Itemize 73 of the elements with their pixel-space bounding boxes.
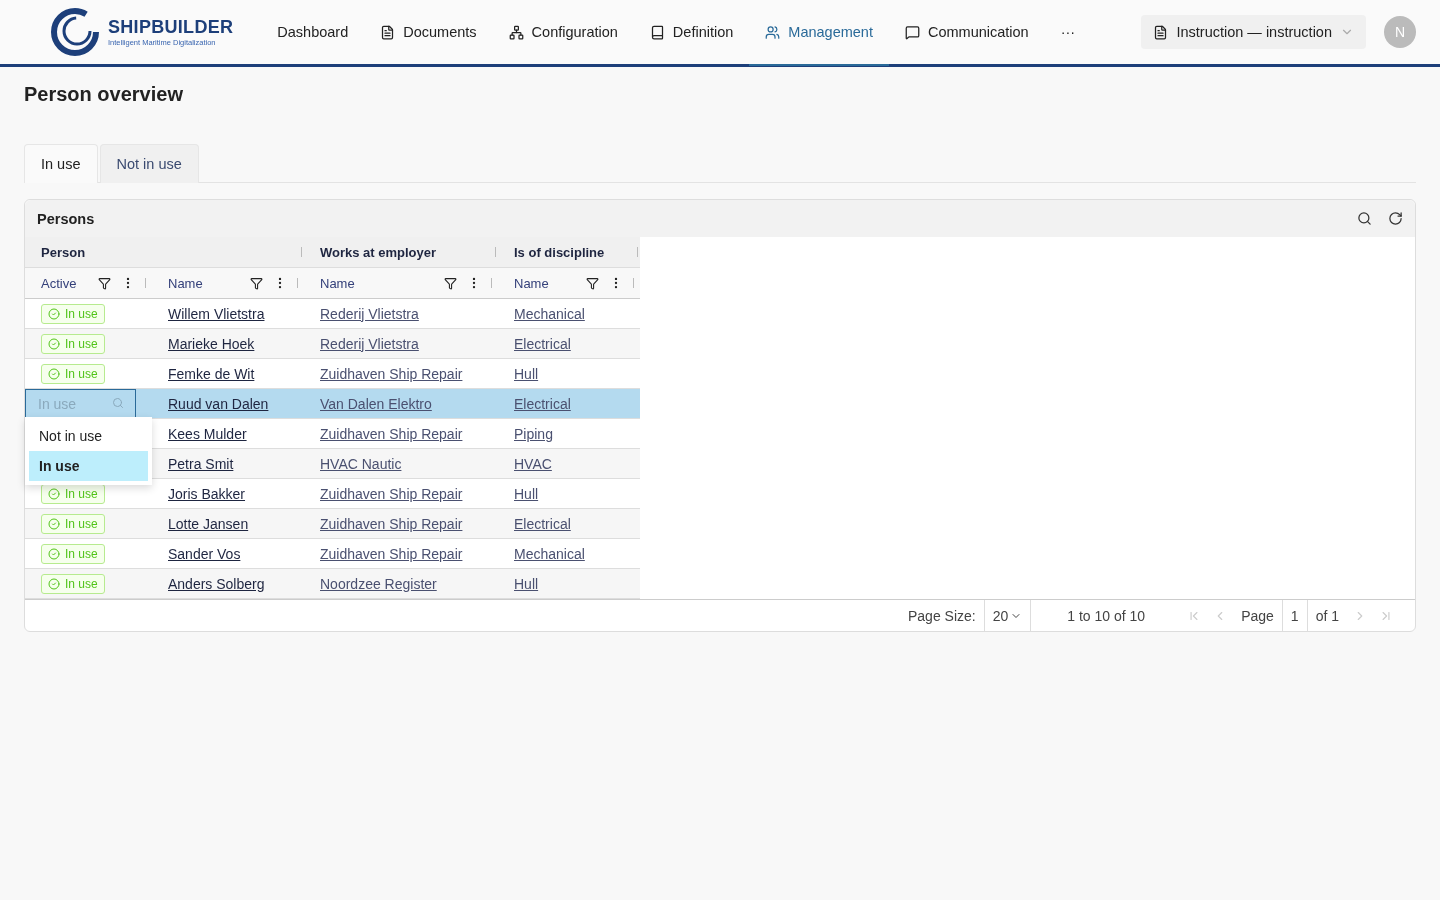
page-count: of 1: [1315, 607, 1339, 624]
dropdown-option[interactable]: In use: [29, 451, 148, 481]
status-tag: In use: [41, 333, 105, 354]
person-link[interactable]: Femke de Wit: [168, 365, 255, 382]
filter-icon[interactable]: [98, 276, 111, 290]
column-header[interactable]: Name: [152, 268, 304, 299]
page-size-select[interactable]: 20: [983, 600, 1032, 631]
employer-link[interactable]: Zuidhaven Ship Repair: [320, 545, 463, 562]
page-label: Page: [1241, 607, 1274, 624]
search-icon: [112, 397, 124, 409]
status-tag: In use: [41, 483, 105, 504]
person-link[interactable]: Kees Mulder: [168, 425, 247, 442]
check-circle-icon: [48, 547, 60, 560]
nav-item[interactable]: Dashboard: [261, 0, 365, 66]
discipline-link[interactable]: Mechanical: [514, 305, 585, 322]
context-selector[interactable]: Instruction — instruction: [1141, 15, 1366, 49]
document-icon: [380, 24, 396, 40]
nav-item[interactable]: Communication: [888, 0, 1045, 66]
nav-item[interactable]: Definition: [633, 0, 750, 66]
filter-icon[interactable]: [444, 276, 457, 290]
discipline-link[interactable]: Hull: [514, 575, 539, 592]
chat-icon: [904, 24, 920, 40]
column-group-header: Is of discipline: [498, 237, 640, 268]
tab[interactable]: In use: [24, 144, 98, 183]
status-tag: In use: [41, 303, 105, 324]
search-button[interactable]: [1357, 211, 1372, 226]
column-header[interactable]: Name: [304, 268, 498, 299]
document-icon: [1153, 24, 1169, 40]
status-tag: In use: [41, 573, 105, 594]
check-circle-icon: [48, 307, 60, 320]
hierarchy-icon: [508, 24, 524, 40]
check-circle-icon: [48, 517, 60, 530]
brand-name: SHIPBUILDER: [108, 17, 234, 38]
discipline-link[interactable]: HVAC: [514, 455, 552, 472]
tab[interactable]: Not in use: [99, 144, 199, 183]
page-size-label: Page Size:: [908, 607, 976, 624]
page-number[interactable]: 1: [1281, 600, 1308, 631]
discipline-link[interactable]: Hull: [514, 485, 539, 502]
filter-icon[interactable]: [250, 276, 263, 290]
dropdown-option[interactable]: Not in use: [29, 421, 148, 451]
people-icon: [765, 24, 781, 40]
discipline-link[interactable]: Piping: [514, 425, 553, 442]
employer-link[interactable]: Rederij Vlietstra: [320, 305, 419, 322]
nav-item[interactable]: ···: [1044, 0, 1092, 66]
employer-link[interactable]: Zuidhaven Ship Repair: [320, 485, 463, 502]
check-circle-icon: [48, 487, 60, 500]
nav-item[interactable]: Documents: [364, 0, 493, 66]
check-circle-icon: [48, 337, 60, 350]
employer-link[interactable]: Zuidhaven Ship Repair: [320, 365, 463, 382]
panel-title: Persons: [37, 210, 96, 227]
person-link[interactable]: Joris Bakker: [168, 485, 246, 502]
page-title: Person overview: [24, 83, 184, 106]
column-header[interactable]: Name: [498, 268, 640, 299]
discipline-link[interactable]: Mechanical: [514, 545, 585, 562]
person-link[interactable]: Sander Vos: [168, 545, 241, 562]
employer-link[interactable]: Zuidhaven Ship Repair: [320, 425, 463, 442]
column-header[interactable]: Active: [25, 268, 152, 299]
filter-icon[interactable]: [586, 276, 599, 290]
column-group-header: Person: [25, 237, 304, 268]
refresh-button[interactable]: [1388, 211, 1403, 226]
column-group-header: Works at employer: [304, 237, 498, 268]
logo-icon: [50, 7, 100, 57]
book-icon: [649, 24, 665, 40]
check-circle-icon: [48, 367, 60, 380]
person-link[interactable]: Willem Vlietstra: [168, 305, 265, 322]
status-tag: In use: [41, 543, 105, 564]
nav-item[interactable]: Management: [749, 0, 889, 66]
row-range: 1 to 10 of 10: [1067, 607, 1146, 624]
status-tag: In use: [41, 513, 105, 534]
discipline-link[interactable]: Hull: [514, 365, 539, 382]
nav-item[interactable]: Configuration: [492, 0, 634, 66]
status-tag: In use: [41, 363, 105, 384]
check-circle-icon: [48, 577, 60, 590]
